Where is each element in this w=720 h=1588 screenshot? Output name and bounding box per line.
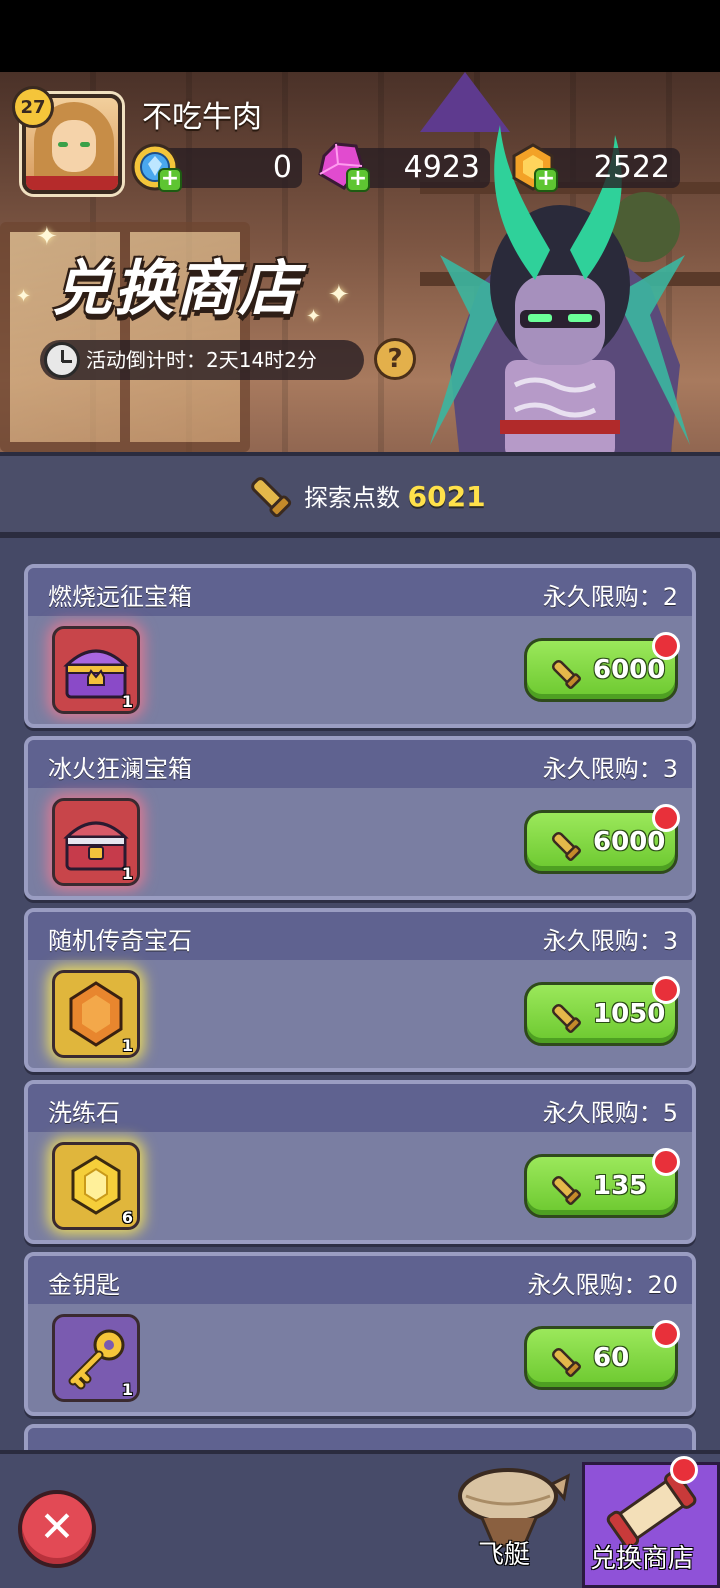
item-price: 6000 <box>593 827 666 857</box>
item-name: 燃烧远征宝箱 <box>48 583 192 611</box>
purchase-limit: 永久限购：20 <box>527 1271 678 1299</box>
notification-dot <box>652 1320 680 1348</box>
item-name: 洗练石 <box>48 1099 120 1127</box>
item-slot[interactable]: 1 <box>52 798 140 886</box>
card-header <box>28 1428 692 1450</box>
nav-airship-label[interactable]: 飞艇 <box>478 1534 530 1571</box>
item-count: 1 <box>121 864 133 883</box>
item-name: 冰火狂澜宝箱 <box>48 755 192 783</box>
item-count: 1 <box>121 692 133 711</box>
item-slot[interactable]: 1 <box>52 1314 140 1402</box>
item-slot[interactable]: 1 <box>52 626 140 714</box>
shop-item-card: 洗练石 永久限购：5 6 135 <box>24 1080 696 1244</box>
item-name: 随机传奇宝石 <box>48 927 192 955</box>
shop-item-card-partial <box>24 1424 696 1450</box>
add-pink-crystal-button[interactable]: + <box>346 168 370 192</box>
telescope-icon <box>251 477 292 518</box>
nav-exchange-shop-label[interactable]: 兑换商店 <box>590 1538 694 1575</box>
event-countdown: 活动倒计时：2天14时2分 <box>40 340 364 380</box>
avatar-eye <box>58 142 68 147</box>
scroll-icon <box>606 1470 697 1545</box>
item-count: 1 <box>121 1036 133 1055</box>
shop-item-list[interactable]: 燃烧远征宝箱 永久限购：2 1 6000 冰火狂澜宝箱 永久限购：3 1 600… <box>0 538 720 1450</box>
shop-item-card: 冰火狂澜宝箱 永久限购：3 1 6000 <box>24 736 696 900</box>
sparkle-icon: ✦ <box>328 280 350 310</box>
add-gold-coin-button[interactable]: + <box>534 168 558 192</box>
points-label: 探索点数 <box>304 484 400 512</box>
points-value: 6021 <box>407 480 486 513</box>
telescope-icon <box>551 1003 581 1033</box>
status-bar <box>0 0 720 72</box>
sparkle-icon: ✦ <box>306 306 322 327</box>
purchase-limit: 永久限购：3 <box>542 927 678 955</box>
item-price: 6000 <box>593 655 666 685</box>
page-title: 兑换商店 <box>52 254 300 324</box>
notification-dot <box>670 1456 698 1484</box>
telescope-icon <box>551 831 581 861</box>
item-price: 1050 <box>593 999 666 1029</box>
currency-value: 0 <box>272 150 292 185</box>
add-blue-gem-button[interactable]: + <box>158 168 182 192</box>
shop-item-card: 金钥匙 永久限购：20 1 60 <box>24 1252 696 1416</box>
item-price: 135 <box>593 1171 648 1201</box>
help-button[interactable]: ? <box>374 338 416 380</box>
purchase-limit: 永久限购：3 <box>542 755 678 783</box>
notification-dot <box>652 632 680 660</box>
avatar-eye <box>80 142 90 147</box>
telescope-icon <box>551 1175 581 1205</box>
item-count: 6 <box>121 1208 133 1227</box>
sparkle-icon: ✦ <box>16 286 32 307</box>
player-name: 不吃牛肉 <box>142 100 262 135</box>
avatar-armor <box>26 176 118 190</box>
notification-dot <box>652 1148 680 1176</box>
sparkle-icon: ✦ <box>36 222 58 252</box>
shop-item-card: 随机传奇宝石 永久限购：3 1 1050 <box>24 908 696 1072</box>
notification-dot <box>652 976 680 1004</box>
item-name: 金钥匙 <box>48 1271 120 1299</box>
item-slot[interactable]: 6 <box>52 1142 140 1230</box>
player-level-badge: 27 <box>12 86 54 128</box>
exploration-points: 探索点数 6021 <box>304 478 486 513</box>
item-slot[interactable]: 1 <box>52 970 140 1058</box>
shop-item-card: 燃烧远征宝箱 永久限购：2 1 6000 <box>24 564 696 728</box>
currency-value: 2522 <box>593 150 670 185</box>
telescope-icon <box>551 659 581 689</box>
item-count: 1 <box>121 1380 133 1399</box>
close-button[interactable]: ✕ <box>18 1490 96 1568</box>
item-price: 60 <box>593 1343 630 1373</box>
notification-dot <box>652 804 680 832</box>
clock-icon <box>44 342 80 378</box>
telescope-icon <box>551 1347 581 1377</box>
currency-value: 4923 <box>403 150 480 185</box>
purchase-limit: 永久限购：5 <box>542 1099 678 1127</box>
purchase-limit: 永久限购：2 <box>542 583 678 611</box>
